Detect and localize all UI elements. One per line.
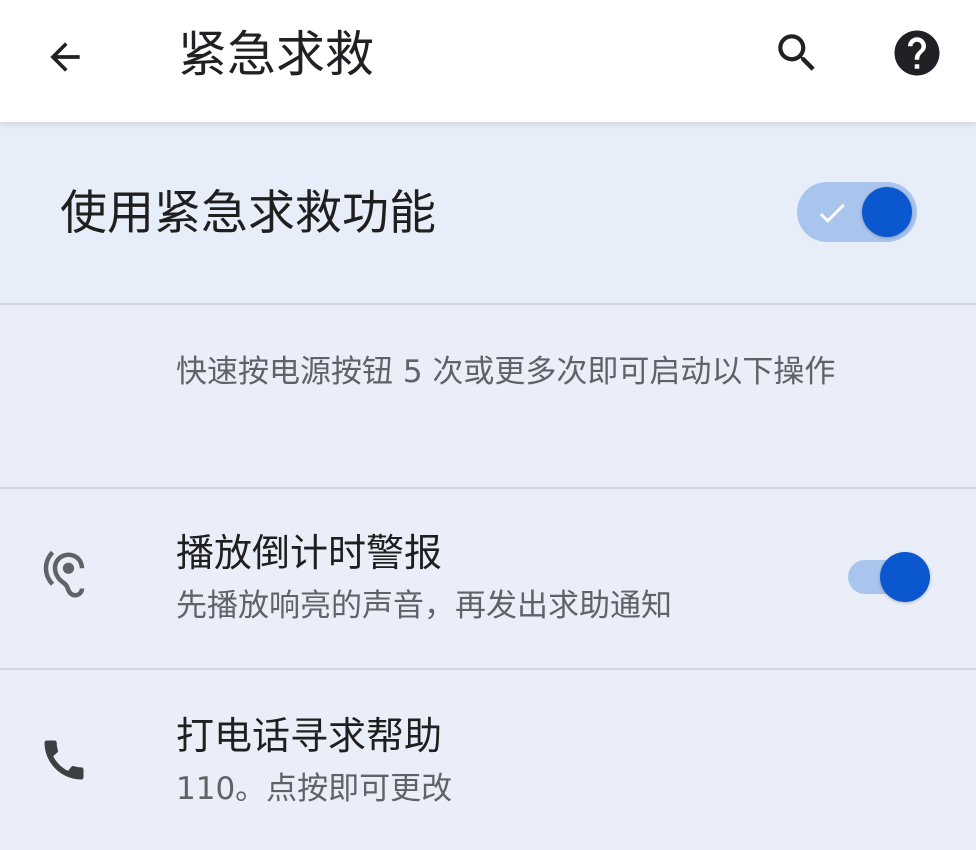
main-switch-label: 使用紧急求救功能: [60, 186, 436, 241]
main-toggle-thumb: [862, 187, 912, 237]
countdown-alarm-summary: 先播放响亮的声音，再发出求助通知: [176, 588, 672, 624]
app-bar: 紧急求救: [0, 0, 976, 122]
hearing-icon: [43, 550, 85, 598]
countdown-alarm-toggle-thumb: [880, 552, 930, 602]
page-title: 紧急求救: [178, 26, 375, 83]
phone-icon-wrap: [34, 730, 94, 790]
back-button[interactable]: [30, 22, 100, 92]
main-switch-row[interactable]: 使用紧急求救功能: [0, 122, 976, 304]
description-row: 快速按电源按钮 5 次或更多次即可启动以下操作: [0, 306, 976, 486]
countdown-alarm-title: 播放倒计时警报: [176, 531, 443, 575]
divider: [0, 303, 976, 305]
call-for-help-summary: 110。点按即可更改: [176, 771, 453, 807]
call-for-help-title: 打电话寻求帮助: [176, 714, 443, 758]
description-text: 快速按电源按钮 5 次或更多次即可启动以下操作: [176, 354, 836, 390]
hearing-icon-wrap: [34, 545, 94, 605]
help-button[interactable]: [882, 18, 952, 88]
main-toggle[interactable]: [797, 182, 919, 244]
countdown-alarm-toggle[interactable]: [846, 551, 934, 603]
countdown-alarm-row[interactable]: 播放倒计时警报 先播放响亮的声音，再发出求助通知: [0, 489, 976, 669]
arrow-back-icon: [50, 42, 80, 72]
search-icon: [778, 34, 815, 71]
phone-icon: [44, 740, 84, 780]
help-icon: [894, 30, 940, 76]
check-icon: [819, 203, 845, 223]
search-button[interactable]: [762, 18, 832, 88]
call-for-help-row[interactable]: 打电话寻求帮助 110。点按即可更改: [0, 670, 976, 850]
